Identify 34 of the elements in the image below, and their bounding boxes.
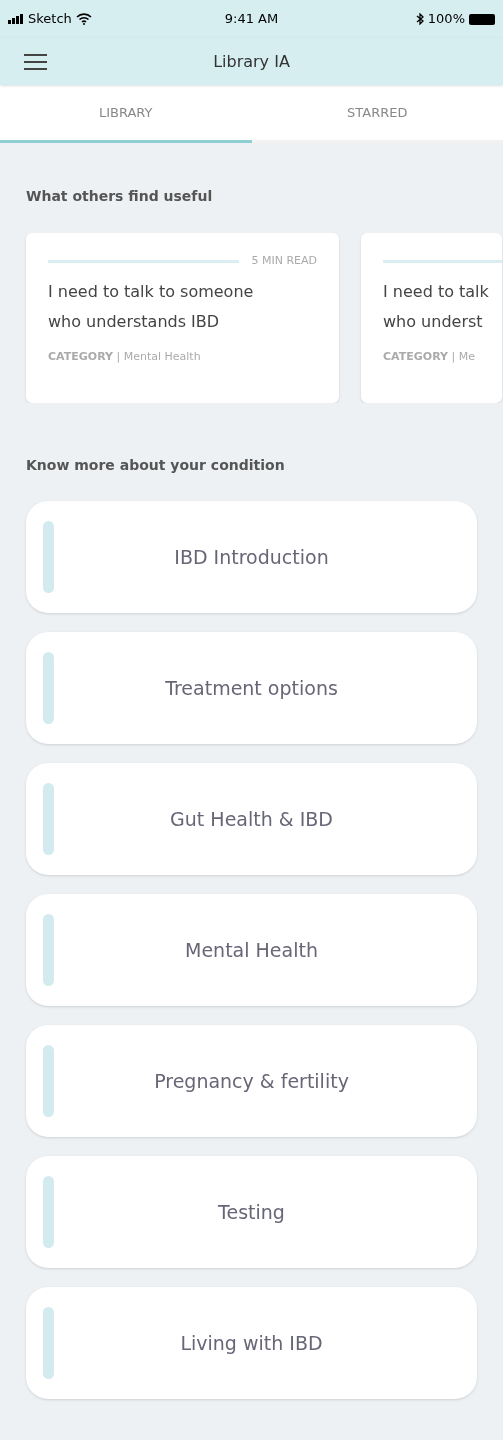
accent-bar [43,783,54,855]
section-heading: What others find useful [26,187,213,206]
accent-bar [43,1045,54,1117]
accent-bar [43,1176,54,1248]
section-heading: Know more about your condition [26,456,285,475]
accent-bar [43,1307,54,1379]
screen-title: Library IA [213,51,290,71]
accent-bar [43,521,54,593]
article-category: CATEGORY | Me [383,349,476,365]
topic-card[interactable]: Testing [26,1156,477,1268]
topic-card[interactable]: Living with IBD [26,1287,477,1399]
article-card[interactable]: I need to talk who underst CATEGORY | Me [361,233,502,403]
article-category: CATEGORY | Mental Health [48,349,202,365]
topic-card[interactable]: Pregnancy & fertility [26,1025,477,1137]
topic-card[interactable]: IBD Introduction [26,501,477,613]
read-time: 5 MIN READ [251,252,317,269]
tab[interactable]: LIBRARY [0,85,252,143]
battery-icon [469,13,495,25]
accent-bar [43,652,54,724]
bluetooth-icon [415,13,424,25]
article-title: I need to talk who underst [383,281,490,333]
signal-icon [8,14,24,24]
clock-time: 9:41 AM [224,10,279,29]
wifi-icon [75,13,92,25]
accent-bar [43,914,54,986]
article-title: I need to talk to someone who understands IBD [48,281,255,333]
topic-card[interactable]: Treatment options [26,632,477,744]
battery-percent: 100% [427,10,465,29]
carrier-name: Sketch [28,10,72,29]
article-card[interactable]: 5 MIN READ I need to talk to someone who understands IBD CATEGORY | Mental Health [26,233,339,403]
topic-card[interactable]: Mental Health [26,894,477,1006]
menu-icon[interactable] [24,53,47,70]
tab[interactable]: STARRED [251,85,503,143]
topic-card[interactable]: Gut Health & IBD [26,763,477,875]
